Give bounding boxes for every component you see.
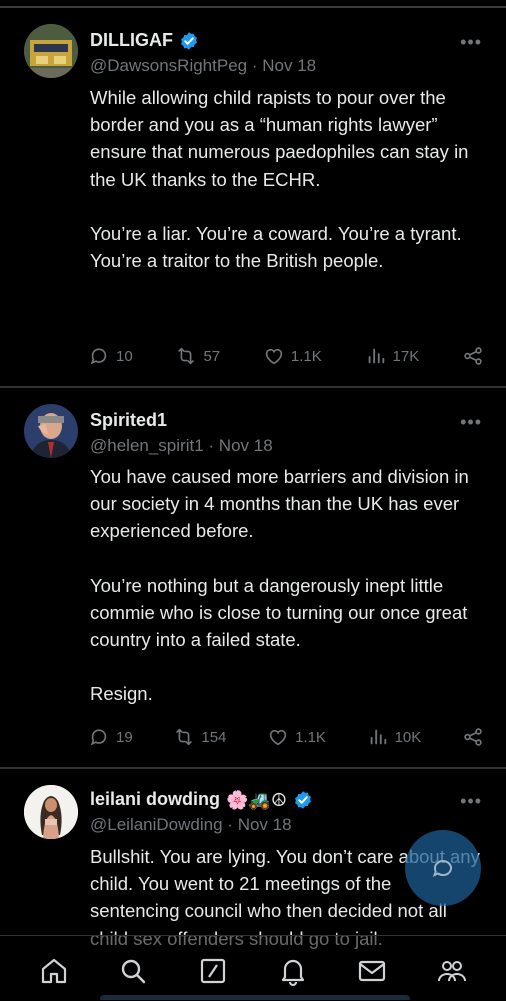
author-name[interactable]: DILLIGAF bbox=[90, 30, 173, 51]
tweet-paragraph: While allowing child rapists to pour ove… bbox=[90, 87, 469, 190]
like-button[interactable]: 1.1K bbox=[267, 726, 326, 748]
handle-row: @helen_spirit1 · Nov 18 bbox=[90, 436, 273, 456]
repost-icon bbox=[178, 347, 195, 365]
like-button[interactable]: 1.1K bbox=[263, 345, 322, 367]
tweet-1[interactable]: DILLIGAF ••• @DawsonsRightPeg · Nov 18 W… bbox=[0, 8, 506, 388]
views-count: 10K bbox=[394, 728, 422, 746]
like-icon bbox=[265, 348, 283, 365]
author-name-row: leilani dowding 🌸🚜☮ bbox=[90, 789, 313, 810]
tweet-date[interactable]: Nov 18 bbox=[238, 815, 292, 834]
reply-icon bbox=[90, 729, 107, 746]
compose-button[interactable] bbox=[405, 830, 481, 906]
tweet-text: You have caused more barriers and divisi… bbox=[90, 463, 485, 707]
tweet-paragraph: Resign. bbox=[90, 683, 153, 705]
verified-icon bbox=[181, 31, 197, 50]
more-icon[interactable]: ••• bbox=[460, 791, 482, 812]
avatar[interactable] bbox=[24, 785, 78, 839]
author-name[interactable]: leilani dowding bbox=[90, 789, 220, 810]
like-icon bbox=[269, 729, 287, 746]
repost-icon bbox=[176, 728, 193, 746]
messages-icon[interactable] bbox=[356, 955, 388, 987]
repost-count: 57 bbox=[203, 347, 221, 365]
dot-separator: · bbox=[227, 815, 233, 834]
notifications-icon[interactable] bbox=[277, 955, 309, 987]
verified-icon bbox=[295, 790, 311, 809]
avatar-image bbox=[24, 24, 78, 78]
bottom-nav-icons bbox=[0, 955, 506, 987]
search-icon[interactable] bbox=[117, 955, 149, 987]
views-button[interactable]: 17K bbox=[365, 345, 420, 367]
avatar[interactable] bbox=[24, 24, 78, 78]
views-icon bbox=[368, 348, 384, 364]
dot-separator: · bbox=[251, 56, 258, 75]
reply-count: 10 bbox=[116, 347, 133, 365]
home-icon[interactable] bbox=[38, 955, 70, 987]
tweet-paragraph: You have caused more barriers and divisi… bbox=[90, 466, 469, 542]
tweet-date[interactable]: Nov 18 bbox=[219, 436, 273, 455]
grok-icon[interactable] bbox=[197, 955, 229, 987]
repost-button[interactable]: 154 bbox=[173, 726, 226, 748]
action-bar: 10 57 1.1K 17K bbox=[88, 345, 484, 367]
share-icon bbox=[464, 347, 482, 365]
system-home-indicator bbox=[100, 995, 410, 1000]
more-icon[interactable]: ••• bbox=[460, 32, 482, 53]
like-count: 1.1K bbox=[295, 728, 326, 746]
tweet-text: While allowing child rapists to pour ove… bbox=[90, 84, 485, 274]
avatar-image bbox=[24, 404, 78, 458]
tweet-paragraph: You’re nothing but a dangerously inept l… bbox=[90, 574, 468, 651]
tweet-paragraph: You’re a liar. You’re a coward. You’re a… bbox=[90, 222, 462, 272]
avatar[interactable] bbox=[24, 404, 78, 458]
handle-row: @LeilaniDowding · Nov 18 bbox=[90, 815, 292, 835]
dot-separator: · bbox=[208, 436, 215, 455]
compose-icon bbox=[432, 860, 452, 877]
author-name[interactable]: Spirited1 bbox=[90, 410, 167, 431]
author-name-row: Spirited1 bbox=[90, 410, 167, 431]
status-bar-edge bbox=[0, 0, 506, 8]
like-count: 1.1K bbox=[290, 347, 322, 365]
share-icon bbox=[464, 728, 482, 746]
tweet-2[interactable]: Spirited1 ••• @helen_spirit1 · Nov 18 Yo… bbox=[0, 388, 506, 768]
communities-icon[interactable] bbox=[436, 955, 468, 987]
reply-button[interactable]: 19 bbox=[88, 726, 133, 748]
reply-count: 19 bbox=[116, 728, 133, 746]
author-handle[interactable]: @helen_spirit1 bbox=[90, 436, 204, 455]
action-bar: 19 154 1.1K 10K bbox=[88, 726, 484, 748]
views-button[interactable]: 10K bbox=[367, 726, 422, 748]
repost-count: 154 bbox=[201, 728, 227, 746]
reply-icon bbox=[90, 348, 107, 365]
author-handle[interactable]: @LeilaniDowding bbox=[90, 815, 223, 834]
repost-button[interactable]: 57 bbox=[175, 345, 220, 367]
name-emojis: 🌸🚜☮ bbox=[226, 789, 287, 810]
views-icon bbox=[370, 729, 386, 745]
tweet-date[interactable]: Nov 18 bbox=[262, 56, 316, 75]
reply-button[interactable]: 10 bbox=[88, 345, 133, 367]
avatar-image bbox=[24, 785, 78, 839]
more-icon[interactable]: ••• bbox=[460, 412, 482, 433]
views-count: 17K bbox=[392, 347, 420, 365]
handle-row: @DawsonsRightPeg · Nov 18 bbox=[90, 56, 316, 76]
share-button[interactable] bbox=[462, 345, 484, 367]
author-name-row: DILLIGAF bbox=[90, 30, 199, 51]
author-handle[interactable]: @DawsonsRightPeg bbox=[90, 56, 247, 75]
share-button[interactable] bbox=[462, 726, 484, 748]
